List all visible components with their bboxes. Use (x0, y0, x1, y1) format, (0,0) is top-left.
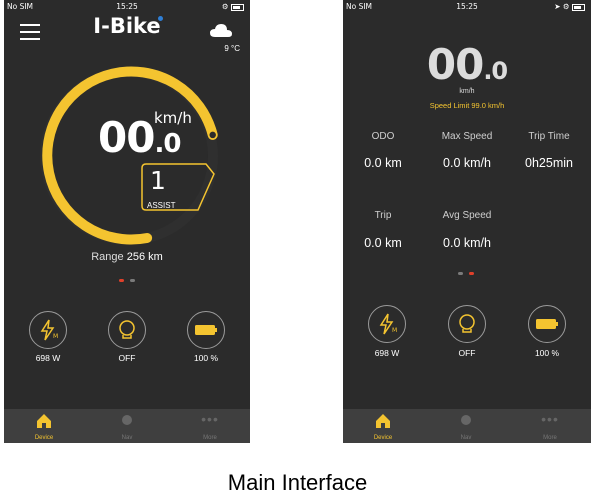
assist-level-value: 1 (150, 166, 166, 195)
tab-more[interactable]: ••• More (175, 409, 245, 443)
tab-bar: Device Nav ••• More (343, 409, 591, 443)
headlight-value: OFF (458, 348, 476, 358)
status-bar: No SIM 15:25 ➤ ⚙ (343, 0, 591, 13)
trip-time-value: 0h25min (525, 156, 573, 170)
main-screen-left: No SIM 15:25 ⚙ I-Bike 9 °C 00.0 km/h 1 A… (4, 0, 250, 443)
power-mode-button[interactable]: M (29, 311, 67, 349)
figure-caption: Main Interface (227, 470, 368, 495)
headlight-icon (119, 320, 135, 339)
home-icon (37, 414, 51, 428)
tab-device[interactable]: Device (348, 409, 418, 443)
page-indicator-inactive[interactable] (130, 279, 135, 282)
range-label: Range (91, 251, 124, 263)
power-bolt-icon: M (379, 313, 397, 335)
headlight-value: OFF (118, 353, 136, 363)
svg-text:M: M (392, 327, 397, 334)
tab-more[interactable]: ••• More (515, 409, 585, 443)
avg-speed-label: Avg Speed (442, 210, 492, 221)
battery-icon (195, 325, 217, 335)
range-value: 256 km (126, 251, 163, 263)
page-indicator-active[interactable] (469, 272, 474, 275)
battery-value: 100 % (534, 348, 560, 358)
assist-label: ASSIST (147, 201, 176, 210)
max-speed-label: Max Speed (441, 131, 493, 142)
speed-limit: Speed Limit 99.0 km/h (429, 101, 505, 110)
tab-nav[interactable]: Nav (92, 409, 162, 443)
speed-arc (40, 66, 218, 245)
page-indicator-inactive[interactable] (458, 272, 463, 275)
more-icon: ••• (201, 411, 219, 427)
power-mode-button[interactable]: M (368, 305, 406, 343)
battery-button[interactable] (187, 311, 225, 349)
svg-text:M: M (53, 333, 58, 340)
nav-icon (122, 415, 132, 425)
assist-level-box[interactable]: 1 ASSIST (140, 162, 216, 214)
tab-device[interactable]: Device (9, 409, 79, 443)
battery-value: 100 % (193, 353, 219, 363)
power-bolt-icon: M (40, 319, 58, 341)
max-speed-value: 0.0 km/h (443, 156, 491, 170)
power-value: 698 W (35, 353, 61, 363)
headlight-icon (459, 314, 475, 333)
headlight-button[interactable] (108, 311, 146, 349)
trip-value: 0.0 km (364, 236, 402, 250)
nav-icon (461, 415, 471, 425)
tab-nav[interactable]: Nav (431, 409, 501, 443)
avg-speed-value: 0.0 km/h (443, 236, 491, 250)
odo-label: ODO (371, 131, 395, 142)
range-readout: Range 256 km (4, 251, 250, 263)
speed-unit: km/h (459, 88, 475, 95)
trip-time-label: Trip Time (528, 131, 570, 142)
home-icon (376, 414, 390, 428)
headlight-button[interactable] (448, 305, 486, 343)
tab-bar: Device Nav ••• More (4, 409, 250, 443)
page-indicator-active[interactable] (119, 279, 124, 282)
battery-status-icon: ➤ ⚙ (554, 2, 585, 11)
speed-value: 00.0 (426, 40, 508, 89)
trip-label: Trip (374, 210, 392, 221)
power-value: 698 W (374, 348, 400, 358)
main-screen-right: No SIM 15:25 ➤ ⚙ 00.0 km/h Speed Limit 9… (343, 0, 591, 443)
odo-value: 0.0 km (364, 156, 402, 170)
battery-button[interactable] (528, 305, 566, 343)
more-icon: ••• (541, 411, 559, 427)
battery-icon (536, 319, 558, 329)
speed-unit: km/h (154, 109, 192, 127)
